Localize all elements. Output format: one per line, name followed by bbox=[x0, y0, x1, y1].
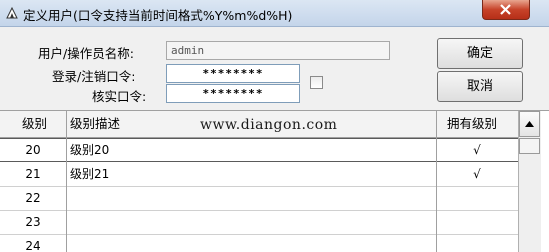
description-cell: 级别21 bbox=[70, 167, 110, 181]
column-header-level[interactable]: 级别 bbox=[22, 111, 47, 137]
user-name-label: 用户/操作员名称: bbox=[38, 46, 134, 61]
watermark: www.diangon.com bbox=[200, 117, 338, 133]
description-cell: 级别20 bbox=[70, 143, 110, 157]
table-row[interactable]: 24 bbox=[0, 234, 518, 252]
level-cell: 23 bbox=[25, 215, 41, 229]
scroll-up-button[interactable] bbox=[519, 111, 540, 137]
close-button[interactable] bbox=[482, 0, 530, 20]
level-cell: 22 bbox=[25, 191, 41, 205]
arrow-up-icon bbox=[525, 121, 534, 127]
show-password-checkbox[interactable] bbox=[310, 76, 323, 89]
table-row[interactable]: 23 bbox=[0, 210, 518, 235]
column-header-owned[interactable]: 拥有级别 bbox=[447, 111, 497, 137]
column-divider bbox=[66, 111, 67, 252]
verify-password-field[interactable]: ******** bbox=[166, 84, 300, 103]
level-cell: 24 bbox=[25, 239, 41, 252]
column-divider bbox=[436, 111, 437, 252]
column-header-description[interactable]: 级别描述 bbox=[70, 111, 120, 137]
table-row[interactable]: 20 级别20 √ bbox=[0, 138, 518, 162]
grid-header: 级别 级别描述 拥有级别 www.diangon.com bbox=[0, 111, 518, 138]
login-password-label: 登录/注销口令: bbox=[52, 69, 136, 84]
login-password-field[interactable]: ******** bbox=[166, 64, 300, 83]
title-bar[interactable]: 定义用户(口令支持当前时间格式%Y%m%d%H) bbox=[0, 0, 549, 27]
user-name-field[interactable]: admin bbox=[166, 41, 390, 60]
owned-check-icon[interactable]: √ bbox=[437, 139, 517, 161]
window-app-icon bbox=[6, 6, 18, 19]
window-title: 定义用户(口令支持当前时间格式%Y%m%d%H) bbox=[23, 8, 293, 23]
user-definition-dialog: 定义用户(口令支持当前时间格式%Y%m%d%H) 用户/操作员名称: admin… bbox=[0, 0, 549, 252]
verify-password-label: 核实口令: bbox=[92, 89, 147, 104]
level-cell: 20 bbox=[25, 143, 41, 157]
table-row[interactable]: 21 级别21 √ bbox=[0, 162, 518, 187]
owned-check-icon[interactable]: √ bbox=[437, 162, 517, 186]
level-cell: 21 bbox=[25, 167, 41, 181]
ok-button[interactable]: 确定 bbox=[437, 38, 523, 69]
close-icon bbox=[500, 4, 511, 15]
vertical-scrollbar[interactable] bbox=[518, 111, 541, 252]
table-row[interactable]: 22 bbox=[0, 186, 518, 211]
scrollbar-thumb[interactable] bbox=[519, 138, 540, 154]
level-grid: 级别 级别描述 拥有级别 www.diangon.com 20 级别20 √ 2… bbox=[0, 110, 549, 252]
cancel-button[interactable]: 取消 bbox=[437, 71, 523, 102]
